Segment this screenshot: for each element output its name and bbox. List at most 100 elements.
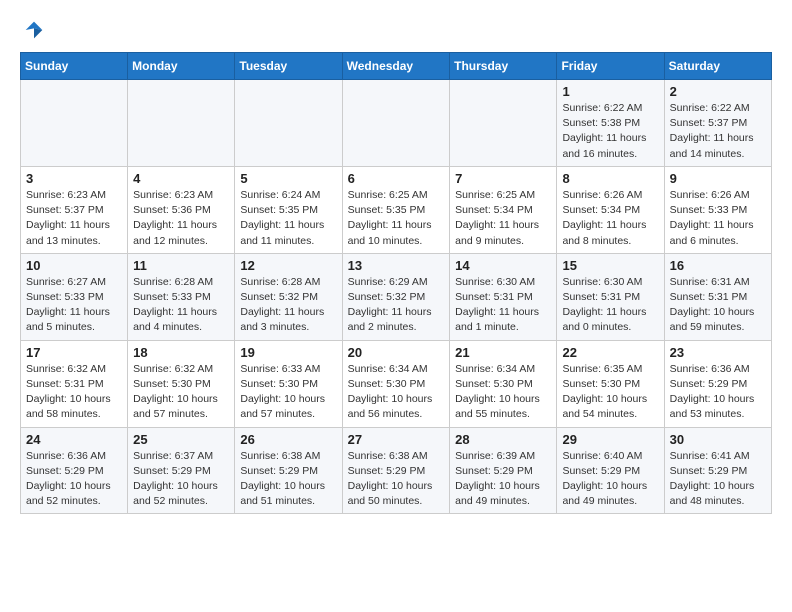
day-number: 13 (348, 258, 445, 273)
calendar-cell: 17 Sunrise: 6:32 AM Sunset: 5:31 PM Dayli… (21, 340, 128, 427)
calendar-cell: 29Sunrise: 6:40 AM Sunset: 5:29 PM Dayli… (557, 427, 664, 514)
calendar-cell: 9 Sunrise: 6:26 AM Sunset: 5:33 PM Daylig… (664, 166, 771, 253)
day-number: 2 (670, 84, 766, 99)
day-number: 14 (455, 258, 551, 273)
calendar-cell: 18 Sunrise: 6:32 AM Sunset: 5:30 PM Dayli… (128, 340, 235, 427)
calendar-cell: 12 Sunrise: 6:28 AM Sunset: 5:32 PM Dayli… (235, 253, 342, 340)
calendar-cell: 25 Sunrise: 6:37 AM Sunset: 5:29 PM Dayli… (128, 427, 235, 514)
day-number: 9 (670, 171, 766, 186)
calendar-cell: 8 Sunrise: 6:26 AM Sunset: 5:34 PM Daylig… (557, 166, 664, 253)
day-info: Sunrise: 6:34 AM Sunset: 5:30 PM Dayligh… (455, 362, 551, 423)
day-number: 20 (348, 345, 445, 360)
day-number: 15 (562, 258, 658, 273)
col-header-sunday: Sunday (21, 53, 128, 80)
day-info: Sunrise: 6:39 AM Sunset: 5:29 PM Dayligh… (455, 449, 551, 510)
day-number: 18 (133, 345, 229, 360)
day-number: 22 (562, 345, 658, 360)
day-number: 16 (670, 258, 766, 273)
day-info: Sunrise: 6:25 AM Sunset: 5:35 PM Dayligh… (348, 188, 445, 249)
calendar-week-2: 3 Sunrise: 6:23 AM Sunset: 5:37 PM Daylig… (21, 166, 772, 253)
calendar-cell: 30 Sunrise: 6:41 AM Sunset: 5:29 PM Dayli… (664, 427, 771, 514)
calendar-cell: 10 Sunrise: 6:27 AM Sunset: 5:33 PM Dayli… (21, 253, 128, 340)
day-number: 8 (562, 171, 658, 186)
calendar-header-row: SundayMondayTuesdayWednesdayThursdayFrid… (21, 53, 772, 80)
day-info: Sunrise: 6:38 AM Sunset: 5:29 PM Dayligh… (348, 449, 445, 510)
day-info: Sunrise: 6:25 AM Sunset: 5:34 PM Dayligh… (455, 188, 551, 249)
day-number: 30 (670, 432, 766, 447)
page-header (20, 20, 772, 36)
day-info: Sunrise: 6:22 AM Sunset: 5:37 PM Dayligh… (670, 101, 766, 162)
day-number: 6 (348, 171, 445, 186)
day-number: 10 (26, 258, 122, 273)
day-info: Sunrise: 6:37 AM Sunset: 5:29 PM Dayligh… (133, 449, 229, 510)
calendar-cell: 16 Sunrise: 6:31 AM Sunset: 5:31 PM Dayli… (664, 253, 771, 340)
day-number: 21 (455, 345, 551, 360)
day-info: Sunrise: 6:26 AM Sunset: 5:33 PM Dayligh… (670, 188, 766, 249)
day-number: 4 (133, 171, 229, 186)
calendar-table: SundayMondayTuesdayWednesdayThursdayFrid… (20, 52, 772, 514)
day-info: Sunrise: 6:22 AM Sunset: 5:38 PM Dayligh… (562, 101, 658, 162)
calendar-cell (342, 80, 450, 167)
col-header-thursday: Thursday (450, 53, 557, 80)
day-info: Sunrise: 6:36 AM Sunset: 5:29 PM Dayligh… (26, 449, 122, 510)
calendar-cell: 28Sunrise: 6:39 AM Sunset: 5:29 PM Dayli… (450, 427, 557, 514)
calendar-week-3: 10 Sunrise: 6:27 AM Sunset: 5:33 PM Dayli… (21, 253, 772, 340)
day-number: 24 (26, 432, 122, 447)
calendar-cell: 19 Sunrise: 6:33 AM Sunset: 5:30 PM Dayli… (235, 340, 342, 427)
day-info: Sunrise: 6:27 AM Sunset: 5:33 PM Dayligh… (26, 275, 122, 336)
day-info: Sunrise: 6:36 AM Sunset: 5:29 PM Dayligh… (670, 362, 766, 423)
calendar-cell (21, 80, 128, 167)
calendar-cell: 6 Sunrise: 6:25 AM Sunset: 5:35 PM Daylig… (342, 166, 450, 253)
calendar-cell: 26 Sunrise: 6:38 AM Sunset: 5:29 PM Dayli… (235, 427, 342, 514)
day-number: 17 (26, 345, 122, 360)
day-info: Sunrise: 6:32 AM Sunset: 5:31 PM Dayligh… (26, 362, 122, 423)
calendar-cell: 27Sunrise: 6:38 AM Sunset: 5:29 PM Dayli… (342, 427, 450, 514)
calendar-cell: 3 Sunrise: 6:23 AM Sunset: 5:37 PM Daylig… (21, 166, 128, 253)
calendar-cell: 13Sunrise: 6:29 AM Sunset: 5:32 PM Dayli… (342, 253, 450, 340)
day-number: 3 (26, 171, 122, 186)
day-number: 26 (240, 432, 336, 447)
day-info: Sunrise: 6:28 AM Sunset: 5:32 PM Dayligh… (240, 275, 336, 336)
calendar-cell: 14 Sunrise: 6:30 AM Sunset: 5:31 PM Dayli… (450, 253, 557, 340)
day-number: 5 (240, 171, 336, 186)
day-number: 12 (240, 258, 336, 273)
logo-icon (24, 20, 44, 40)
day-number: 7 (455, 171, 551, 186)
day-number: 19 (240, 345, 336, 360)
day-info: Sunrise: 6:23 AM Sunset: 5:37 PM Dayligh… (26, 188, 122, 249)
day-info: Sunrise: 6:40 AM Sunset: 5:29 PM Dayligh… (562, 449, 658, 510)
day-number: 11 (133, 258, 229, 273)
calendar-cell: 23 Sunrise: 6:36 AM Sunset: 5:29 PM Dayli… (664, 340, 771, 427)
logo (20, 20, 44, 36)
day-info: Sunrise: 6:33 AM Sunset: 5:30 PM Dayligh… (240, 362, 336, 423)
col-header-wednesday: Wednesday (342, 53, 450, 80)
day-info: Sunrise: 6:26 AM Sunset: 5:34 PM Dayligh… (562, 188, 658, 249)
calendar-cell: 7 Sunrise: 6:25 AM Sunset: 5:34 PM Daylig… (450, 166, 557, 253)
calendar-week-1: 1 Sunrise: 6:22 AM Sunset: 5:38 PM Daylig… (21, 80, 772, 167)
day-info: Sunrise: 6:32 AM Sunset: 5:30 PM Dayligh… (133, 362, 229, 423)
day-info: Sunrise: 6:38 AM Sunset: 5:29 PM Dayligh… (240, 449, 336, 510)
calendar-cell: 20Sunrise: 6:34 AM Sunset: 5:30 PM Dayli… (342, 340, 450, 427)
day-info: Sunrise: 6:31 AM Sunset: 5:31 PM Dayligh… (670, 275, 766, 336)
day-number: 25 (133, 432, 229, 447)
day-info: Sunrise: 6:28 AM Sunset: 5:33 PM Dayligh… (133, 275, 229, 336)
calendar-cell: 15 Sunrise: 6:30 AM Sunset: 5:31 PM Dayli… (557, 253, 664, 340)
calendar-cell: 11 Sunrise: 6:28 AM Sunset: 5:33 PM Dayli… (128, 253, 235, 340)
calendar-cell (128, 80, 235, 167)
day-info: Sunrise: 6:41 AM Sunset: 5:29 PM Dayligh… (670, 449, 766, 510)
day-info: Sunrise: 6:23 AM Sunset: 5:36 PM Dayligh… (133, 188, 229, 249)
col-header-monday: Monday (128, 53, 235, 80)
day-number: 1 (562, 84, 658, 99)
calendar-week-4: 17 Sunrise: 6:32 AM Sunset: 5:31 PM Dayli… (21, 340, 772, 427)
calendar-cell: 24 Sunrise: 6:36 AM Sunset: 5:29 PM Dayli… (21, 427, 128, 514)
calendar-cell: 2 Sunrise: 6:22 AM Sunset: 5:37 PM Daylig… (664, 80, 771, 167)
day-info: Sunrise: 6:30 AM Sunset: 5:31 PM Dayligh… (455, 275, 551, 336)
day-number: 23 (670, 345, 766, 360)
col-header-tuesday: Tuesday (235, 53, 342, 80)
day-info: Sunrise: 6:24 AM Sunset: 5:35 PM Dayligh… (240, 188, 336, 249)
day-info: Sunrise: 6:35 AM Sunset: 5:30 PM Dayligh… (562, 362, 658, 423)
calendar-cell: 5 Sunrise: 6:24 AM Sunset: 5:35 PM Daylig… (235, 166, 342, 253)
day-info: Sunrise: 6:30 AM Sunset: 5:31 PM Dayligh… (562, 275, 658, 336)
col-header-friday: Friday (557, 53, 664, 80)
calendar-cell (450, 80, 557, 167)
